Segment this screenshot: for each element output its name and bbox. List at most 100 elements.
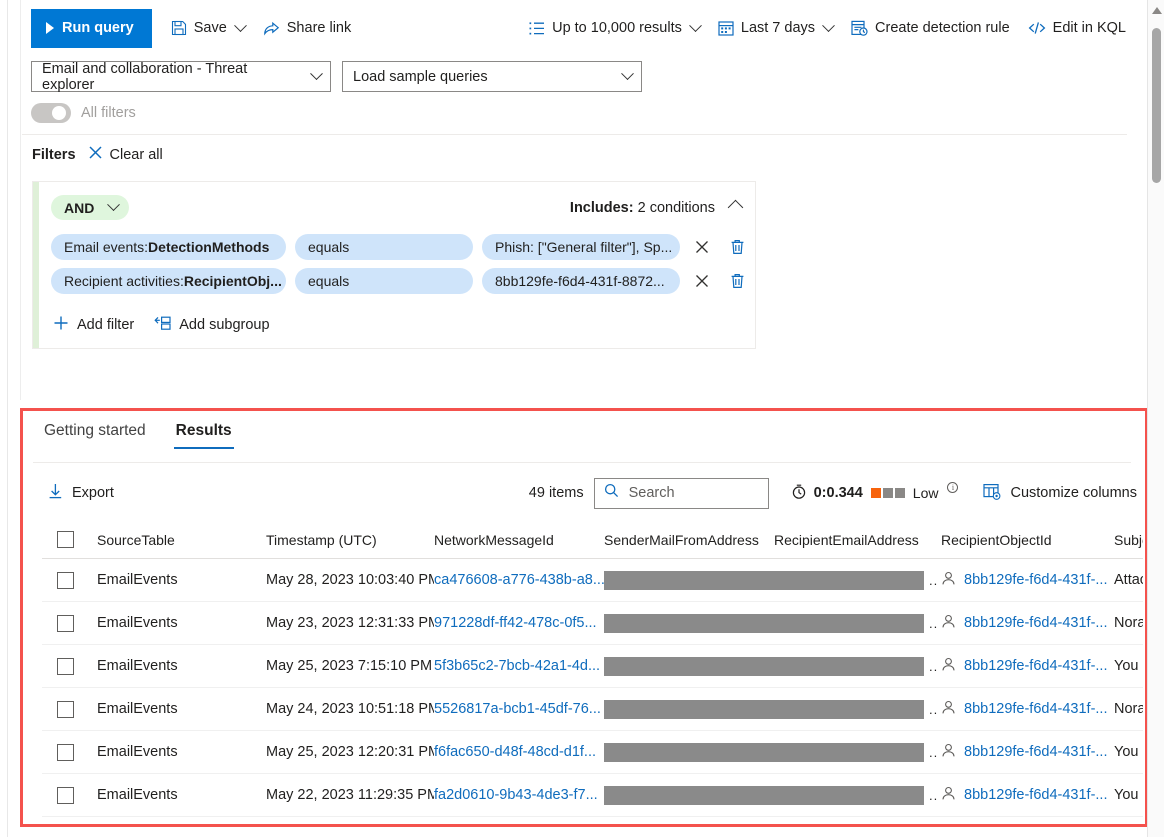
cell-subject: You ha (1114, 744, 1143, 760)
cell-timestamp: May 23, 2023 12:31:33 PM (266, 615, 434, 631)
recipientobjectid-link[interactable]: 8bb129fe-f6d4-431f-... (964, 701, 1108, 717)
row-checkbox[interactable] (57, 786, 74, 804)
tab-results[interactable]: Results (173, 418, 234, 449)
schema-dropdown[interactable]: Email and collaboration - Threat explore… (31, 61, 331, 93)
chevron-down-icon (233, 18, 247, 32)
column-header-timestamp[interactable]: Timestamp (UTC) (266, 532, 434, 548)
sample-queries-dropdown[interactable]: Load sample queries (342, 61, 642, 92)
table-row[interactable]: EmailEvents May 23, 2023 12:31:33 PM 971… (42, 602, 1143, 645)
column-header-subject[interactable]: Subject (1114, 532, 1143, 548)
tab-getting-started[interactable]: Getting started (42, 418, 148, 449)
clear-all-button[interactable]: Clear all (88, 145, 163, 164)
columns-icon (983, 483, 1001, 504)
column-header-sourcetable[interactable]: SourceTable (97, 532, 266, 548)
filter-field-prefix: Email events: (64, 239, 149, 255)
share-link-button[interactable]: Share link (254, 12, 360, 44)
search-field[interactable] (626, 484, 747, 502)
cell-timestamp: May 25, 2023 7:15:10 PM (266, 658, 433, 674)
truncation-marker: .. (929, 701, 939, 717)
clear-condition-button[interactable] (689, 268, 715, 294)
recipientobjectid-link[interactable]: 8bb129fe-f6d4-431f-... (964, 787, 1108, 803)
select-all-checkbox[interactable] (57, 531, 74, 548)
column-header-networkmessageid[interactable]: NetworkMessageId (434, 532, 604, 548)
filter-field-pill[interactable]: Email events: DetectionMethods (51, 234, 286, 260)
left-rail-divider (7, 0, 8, 837)
cell-recipientobjectid[interactable]: 8bb129fe-f6d4-431f-... (941, 700, 1114, 719)
search-input[interactable] (593, 477, 769, 509)
filter-value-pill[interactable]: Phish: ["General filter"], Sp... (482, 234, 680, 260)
scroll-up-arrow-icon[interactable] (1152, 7, 1162, 14)
recipientobjectid-link[interactable]: 8bb129fe-f6d4-431f-... (964, 658, 1108, 674)
cell-networkmessageid[interactable]: 971228df-ff42-478c-0f5... (434, 615, 604, 631)
run-query-button[interactable]: Run query (31, 8, 152, 48)
create-detection-rule-button[interactable]: Create detection rule (842, 12, 1019, 44)
recipientobjectid-link[interactable]: 8bb129fe-f6d4-431f-... (964, 615, 1108, 631)
row-checkbox[interactable] (57, 657, 74, 675)
save-button[interactable]: Save (162, 12, 254, 44)
group-operator-dropdown[interactable]: AND (51, 195, 130, 220)
column-header-sendermailfromaddress[interactable]: SenderMailFromAddress (604, 532, 774, 548)
cell-sourcetable: EmailEvents (97, 658, 178, 674)
cell-networkmessageid[interactable]: fa2d0610-9b43-4de3-f7... (434, 787, 604, 803)
table-row[interactable]: EmailEvents May 22, 2023 11:29:35 PM fa2… (42, 774, 1143, 817)
edit-in-kql-button[interactable]: Edit in KQL (1019, 12, 1135, 44)
filter-operator-pill[interactable]: equals (295, 268, 473, 294)
cell-networkmessageid[interactable]: 5526817a-bcb1-45df-76... (434, 701, 604, 717)
customize-columns-button[interactable]: Customize columns (983, 483, 1137, 504)
toggle-knob (52, 106, 66, 120)
filter-operator-pill[interactable]: equals (295, 234, 473, 260)
truncation-marker: .. (929, 658, 939, 674)
cell-timestamp: May 22, 2023 11:29:35 PM (266, 787, 434, 803)
cell-recipientobjectid[interactable]: 8bb129fe-f6d4-431f-... (941, 571, 1114, 590)
table-row[interactable]: EmailEvents May 28, 2023 10:03:40 PM ca4… (42, 559, 1143, 602)
results-limit-label: Up to 10,000 results (552, 20, 682, 36)
includes-summary: Includes: 2 conditions (569, 199, 744, 216)
recipientobjectid-link[interactable]: 8bb129fe-f6d4-431f-... (964, 744, 1108, 760)
tab-getting-started-label: Getting started (44, 422, 146, 439)
collapse-group-icon[interactable] (727, 199, 744, 216)
cell-recipientobjectid[interactable]: 8bb129fe-f6d4-431f-... (941, 614, 1114, 633)
add-filter-button[interactable]: Add filter (53, 315, 134, 335)
cell-sourcetable: EmailEvents (97, 615, 178, 631)
cell-networkmessageid[interactable]: 5f3b65c2-7bcb-42a1-4d... (434, 658, 604, 674)
info-icon[interactable]: i (947, 481, 959, 493)
clear-condition-button[interactable] (689, 234, 715, 260)
filter-value-pill[interactable]: 8bb129fe-f6d4-431f-8872... (482, 268, 680, 294)
column-header-recipientemailaddress[interactable]: RecipientEmailAddress (774, 532, 941, 548)
table-row[interactable]: EmailEvents May 25, 2023 12:20:31 PM f6f… (42, 731, 1143, 774)
filter-field-name: RecipientObj... (183, 273, 282, 289)
filter-condition-row: Recipient activities: RecipientObj... eq… (51, 268, 750, 294)
delete-condition-button[interactable] (724, 268, 750, 294)
includes-label: Includes: (569, 199, 634, 216)
filter-group: AND Includes: 2 conditions Email events:… (32, 181, 756, 349)
all-filters-toggle[interactable] (31, 103, 71, 123)
code-icon (1028, 20, 1046, 36)
timer-icon (792, 484, 806, 503)
list-icon (529, 21, 545, 36)
results-tabs: Getting started Results (42, 418, 234, 449)
filter-field-pill[interactable]: Recipient activities: RecipientObj... (51, 268, 286, 294)
cell-recipientobjectid[interactable]: 8bb129fe-f6d4-431f-... (941, 786, 1114, 805)
filter-actions: Add filter Add subgroup (53, 315, 270, 335)
row-checkbox[interactable] (57, 743, 74, 761)
page-scrollbar[interactable] (1147, 0, 1164, 837)
cell-recipientobjectid[interactable]: 8bb129fe-f6d4-431f-... (941, 743, 1114, 762)
row-checkbox[interactable] (57, 614, 74, 632)
recipientobjectid-link[interactable]: 8bb129fe-f6d4-431f-... (964, 572, 1108, 588)
table-row[interactable]: EmailEvents May 25, 2023 7:15:10 PM 5f3b… (42, 645, 1143, 688)
table-row[interactable]: EmailEvents May 24, 2023 10:51:18 PM 552… (42, 688, 1143, 731)
redaction-block (604, 656, 924, 676)
filter-condition-row: Email events: DetectionMethods equals Ph… (51, 234, 750, 260)
results-limit-dropdown[interactable]: Up to 10,000 results (520, 12, 709, 44)
time-range-dropdown[interactable]: Last 7 days (709, 12, 842, 44)
row-checkbox[interactable] (57, 571, 74, 589)
row-checkbox[interactable] (57, 700, 74, 718)
add-subgroup-button[interactable]: Add subgroup (154, 316, 270, 335)
export-button[interactable]: Export (42, 479, 120, 507)
delete-condition-button[interactable] (724, 234, 750, 260)
cell-networkmessageid[interactable]: f6fac650-d48f-48cd-d1f... (434, 744, 604, 760)
cell-recipientobjectid[interactable]: 8bb129fe-f6d4-431f-... (941, 657, 1114, 676)
scrollbar-thumb[interactable] (1152, 28, 1161, 183)
cell-networkmessageid[interactable]: ca476608-a776-438b-a8... (434, 572, 604, 588)
column-header-recipientobjectid[interactable]: RecipientObjectId (941, 532, 1114, 548)
